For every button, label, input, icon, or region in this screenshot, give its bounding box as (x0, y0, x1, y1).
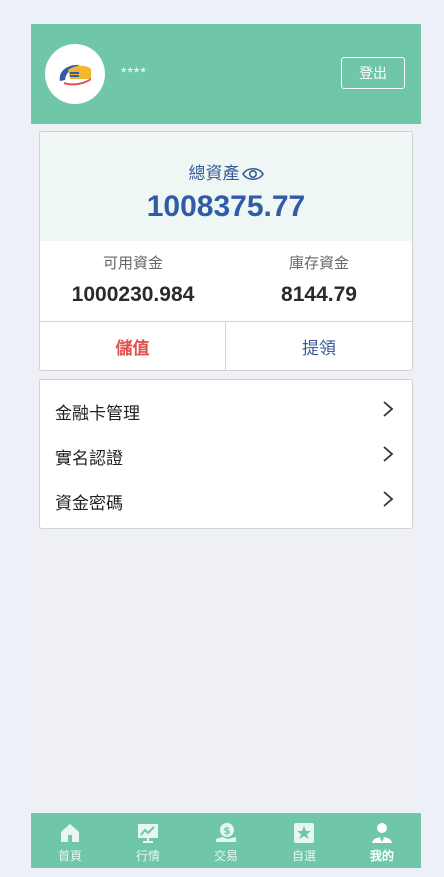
chevron-right-icon (383, 491, 394, 507)
username: **** (121, 64, 147, 80)
chart-icon (138, 824, 158, 843)
menu-item-label: 實名認證 (55, 449, 123, 468)
available-funds: 可用資金 1000230.984 (40, 241, 226, 321)
profile-header: **** 登出 (31, 24, 421, 124)
stock-funds: 庫存資金 8144.79 (226, 241, 412, 321)
total-assets-label: 總資產 (188, 164, 240, 183)
tab-label: 自選 (291, 849, 316, 863)
bottom-tab-bar: 首頁 行情 $ 交易 自選 我的 (31, 813, 421, 868)
chevron-right-icon (383, 401, 394, 417)
menu-item-fund-password[interactable]: 資金密碼 (40, 477, 412, 521)
star-icon (294, 823, 314, 843)
menu-item-verification[interactable]: 實名認證 (40, 432, 412, 476)
app-logo-icon (59, 64, 91, 86)
available-funds-label: 可用資金 (102, 255, 163, 272)
tab-market[interactable]: 行情 (109, 813, 187, 868)
chevron-right-icon (383, 446, 394, 462)
tab-label: 我的 (369, 849, 394, 863)
tab-trade[interactable]: $ 交易 (187, 813, 265, 868)
total-assets-value: 1008375.77 (146, 190, 306, 223)
tab-label: 行情 (135, 849, 160, 863)
settings-menu: 金融卡管理 實名認證 資金密碼 (39, 379, 413, 529)
deposit-button[interactable]: 儲值 (40, 322, 226, 370)
logout-button[interactable]: 登出 (341, 57, 405, 89)
withdraw-button[interactable]: 提領 (226, 322, 412, 370)
available-funds-value: 1000230.984 (71, 283, 195, 306)
funds-row: 可用資金 1000230.984 庫存資金 8144.79 (40, 241, 412, 321)
eye-icon[interactable] (241, 166, 264, 187)
fund-actions: 儲值 提領 (40, 321, 412, 370)
tab-label: 首頁 (57, 849, 82, 863)
stock-funds-value: 8144.79 (281, 283, 357, 306)
tab-home[interactable]: 首頁 (31, 813, 109, 868)
asset-card: 總資產 1008375.77 可用資金 1000230.984 庫存資金 814… (39, 131, 413, 371)
menu-item-bank-card[interactable]: 金融卡管理 (40, 387, 412, 431)
user-icon (372, 823, 392, 843)
menu-item-label: 資金密碼 (55, 494, 123, 513)
svg-text:$: $ (224, 826, 231, 837)
tab-mine[interactable]: 我的 (343, 813, 421, 868)
avatar (45, 44, 105, 104)
total-assets-heading: 總資產 (40, 159, 412, 187)
tab-watchlist[interactable]: 自選 (265, 813, 343, 868)
trade-icon: $ (216, 823, 236, 842)
total-assets-panel: 總資產 1008375.77 (40, 132, 412, 241)
menu-item-label: 金融卡管理 (55, 404, 140, 423)
home-icon (61, 824, 79, 842)
tab-label: 交易 (213, 849, 238, 863)
app-screen: **** 登出 總資產 1008375.77 可用資金 1000230.984 … (31, 24, 421, 868)
stock-funds-label: 庫存資金 (288, 255, 349, 272)
